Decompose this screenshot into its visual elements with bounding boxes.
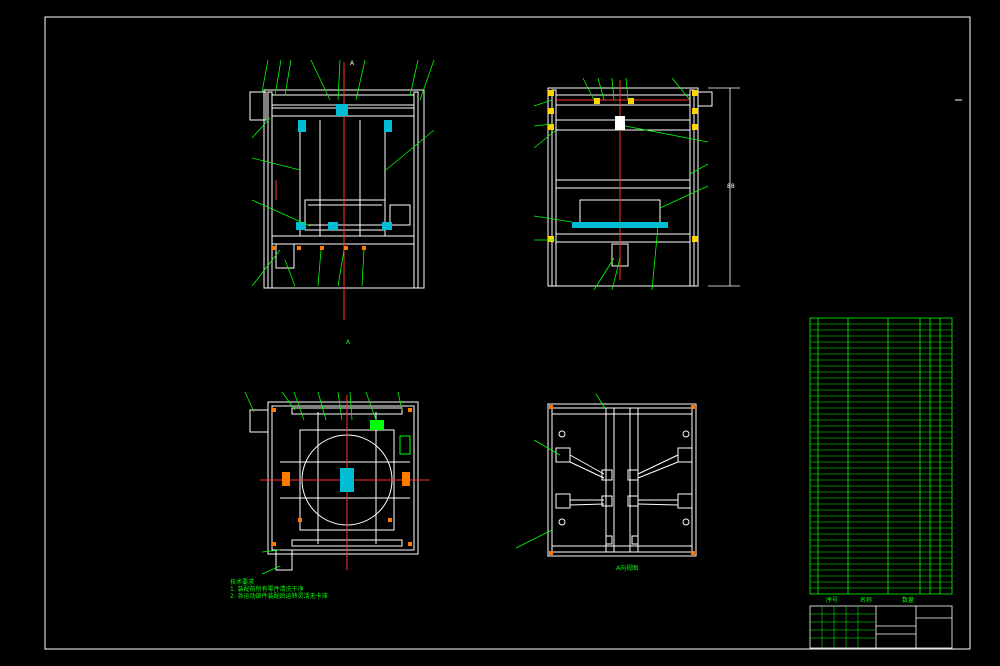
side-view-dimension — [708, 87, 740, 287]
technical-notes: 技术要求 1. 装配前所有零件清洗干净 2. 各运动部件装配后运转灵活无卡滞 — [230, 580, 328, 600]
dimension-label: 88 — [727, 183, 735, 190]
front-view-bolts — [272, 246, 366, 250]
bom-table-rows — [810, 323, 952, 589]
top-view-leaders — [244, 391, 403, 575]
view-direction-mark: A — [346, 339, 351, 346]
cad-drawing-canvas — [44, 16, 971, 650]
title-block-grid — [810, 606, 876, 648]
note-line-3: 2. 各运动部件装配后运转灵活无卡滞 — [230, 593, 328, 600]
bom-header-qty: 数量 — [902, 597, 915, 604]
a-view-caption: A向视图 — [616, 565, 639, 572]
side-view — [547, 87, 713, 287]
top-view-accent-parts — [282, 420, 411, 492]
sheet-border — [44, 16, 971, 650]
title-block — [809, 605, 953, 649]
front-view-leaders — [251, 59, 435, 287]
bom-header-name: 名称 — [860, 597, 873, 604]
front-view-centerline — [275, 62, 345, 320]
bom-header-seq: 序号 — [826, 597, 839, 604]
side-view-leaders — [533, 77, 709, 291]
section-label: A — [350, 60, 355, 67]
a-view-hardware — [549, 405, 695, 555]
side-view-hardware — [548, 90, 698, 242]
a-view — [547, 403, 697, 557]
